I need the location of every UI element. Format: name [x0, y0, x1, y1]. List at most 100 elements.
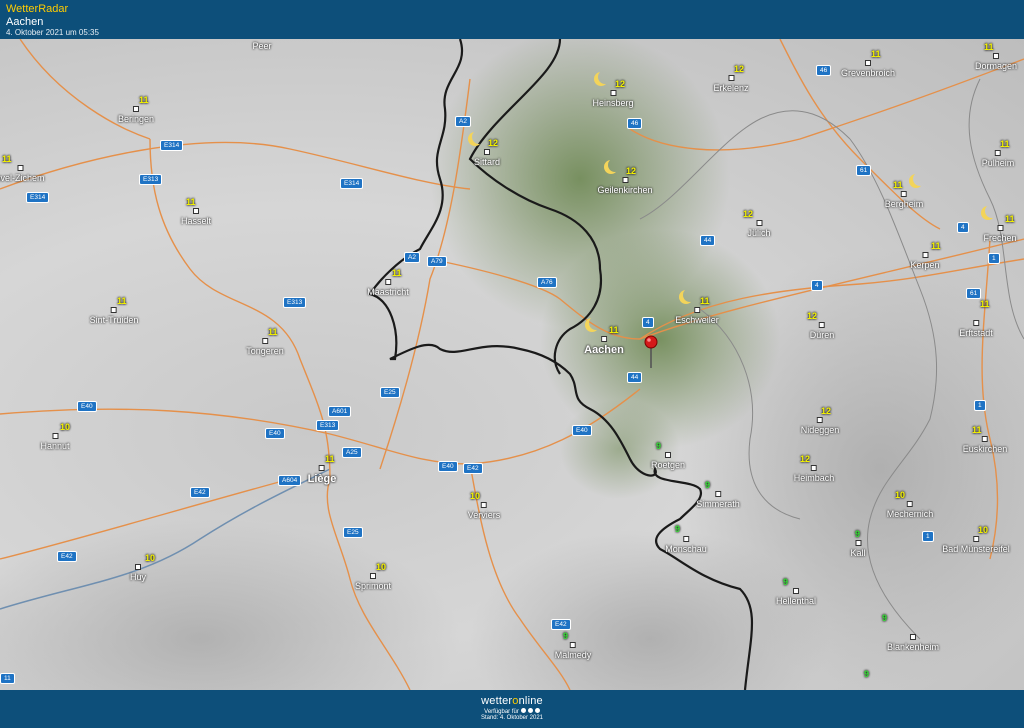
road-shield: 11	[0, 673, 15, 684]
moon-icon	[985, 204, 999, 218]
road-shield: E313	[283, 297, 307, 308]
city-label: Heimbach	[794, 465, 834, 483]
temperature-value: 11	[984, 42, 994, 52]
road-shield: 61	[966, 288, 982, 299]
road-shield: E314	[160, 140, 184, 151]
city-label: Verviers	[468, 502, 500, 520]
road-shield: A601	[328, 406, 352, 417]
city-label: Geilenkirchen	[597, 177, 653, 195]
temperature-value: 11	[268, 327, 278, 337]
road-shield: A604	[278, 475, 302, 486]
temperature-value: 10	[60, 422, 71, 432]
city-label: Simmerath	[696, 491, 740, 509]
city-label: Jülich	[747, 220, 771, 238]
road-shield: 46	[816, 65, 832, 76]
moon-icon	[913, 172, 927, 186]
moon-icon	[589, 316, 603, 330]
road-shield: 4	[642, 317, 654, 328]
city-label: Erftstadt	[959, 320, 993, 338]
road-shield: E313	[139, 174, 163, 185]
platform-dot-icon	[527, 708, 533, 713]
city-label: Kerpen	[910, 252, 940, 270]
city-label: Mechernich	[887, 501, 933, 519]
temperature-value: 11	[871, 49, 881, 59]
temperature-value: 9	[783, 577, 789, 587]
availability-note: Verfügbar für	[0, 708, 1024, 715]
city-label: Eschweiler	[675, 307, 719, 325]
temperature-value: 11	[1000, 139, 1010, 149]
temperature-value: 11	[893, 180, 903, 190]
temperature-value: 9	[563, 631, 569, 641]
temperature-value: 9	[675, 524, 681, 534]
app-header: WetterRadar Aachen 4. Oktober 2021 um 05…	[0, 0, 1024, 39]
temperature-value: 9	[864, 669, 870, 679]
temperature-value: 12	[821, 406, 832, 416]
road-shield: A76	[537, 277, 557, 288]
road-shield: E42	[57, 551, 77, 562]
city-label: Blankenheim	[887, 634, 939, 652]
city-label: Dormagen	[975, 53, 1017, 71]
temperature-value: 12	[734, 64, 745, 74]
road-shield: 1	[974, 400, 986, 411]
road-shield: E313	[316, 420, 340, 431]
temperature-value: 9	[882, 613, 888, 623]
city-label: Hannut	[40, 433, 70, 451]
temperature-value: 10	[145, 553, 156, 563]
city-label: Tongeren	[246, 338, 284, 356]
road-shield: 44	[627, 372, 643, 383]
temperature-value: 11	[392, 268, 402, 278]
city-label: Nideggen	[801, 417, 839, 435]
city-label: Euskirchen	[963, 436, 1007, 454]
city-label: Düren	[810, 322, 834, 340]
temperature-value: 12	[807, 311, 818, 321]
road-shield: E40	[572, 425, 592, 436]
city-label: Liège	[308, 465, 336, 485]
platform-dot-icon	[534, 708, 540, 713]
city-label: Grevenbroich	[841, 60, 895, 78]
temperature-value: 11	[325, 454, 335, 464]
map-pin-icon[interactable]	[644, 335, 660, 371]
city-label: Bad Münstereifel	[942, 536, 1010, 554]
platform-dot-icon	[520, 708, 526, 713]
road-shield: E25	[343, 527, 363, 538]
temperature-value: 12	[488, 138, 499, 148]
timestamp: 4. Oktober 2021 um 05:35	[6, 28, 99, 37]
road-shield: 4	[957, 222, 969, 233]
temperature-value: 12	[800, 454, 811, 464]
radar-map[interactable]: E314 E314 E314 E313 E313 E313 A2 A2 A79 …	[0, 39, 1024, 690]
temperature-value: 11	[980, 299, 990, 309]
city-label: Sint-Truiden	[90, 307, 138, 325]
city-label: Beringen	[118, 106, 154, 124]
road-shield: A79	[427, 256, 447, 267]
road-shield: A2	[455, 116, 471, 127]
temperature-value: 10	[376, 562, 387, 572]
city-label: Huy	[130, 564, 146, 582]
road-shield: E40	[265, 428, 285, 439]
city-label: Kall	[850, 540, 866, 558]
city-label: Maastricht	[367, 279, 409, 297]
road-shield: E314	[340, 178, 364, 189]
temperature-value: 11	[186, 197, 196, 207]
moon-icon	[683, 288, 697, 302]
moon-icon	[608, 158, 622, 172]
road-shield: 44	[700, 235, 716, 246]
temperature-value: 10	[895, 490, 906, 500]
temperature-value: 11	[2, 154, 12, 164]
temperature-value: 11	[139, 95, 149, 105]
city-label: Pulheim	[982, 150, 1014, 168]
temperature-value: 12	[615, 79, 626, 89]
road-shield: E42	[551, 619, 571, 630]
road-shield: A25	[342, 447, 362, 458]
temperature-value: 10	[978, 525, 989, 535]
city-label: Sittard	[474, 149, 500, 167]
temperature-value: 10	[470, 491, 481, 501]
app-footer: wetteronline Verfügbar für Stand: 4. Okt…	[0, 690, 1024, 728]
temperature-value: 11	[972, 425, 982, 435]
road-shield: E42	[463, 463, 483, 474]
road-shield: 1	[988, 253, 1000, 264]
city-label: Sprimont	[355, 573, 391, 591]
road-shield: 46	[627, 118, 643, 129]
road-shield: 61	[856, 165, 872, 176]
city-label: Aachen	[584, 336, 624, 356]
city-label: Hellenthal	[776, 588, 816, 606]
